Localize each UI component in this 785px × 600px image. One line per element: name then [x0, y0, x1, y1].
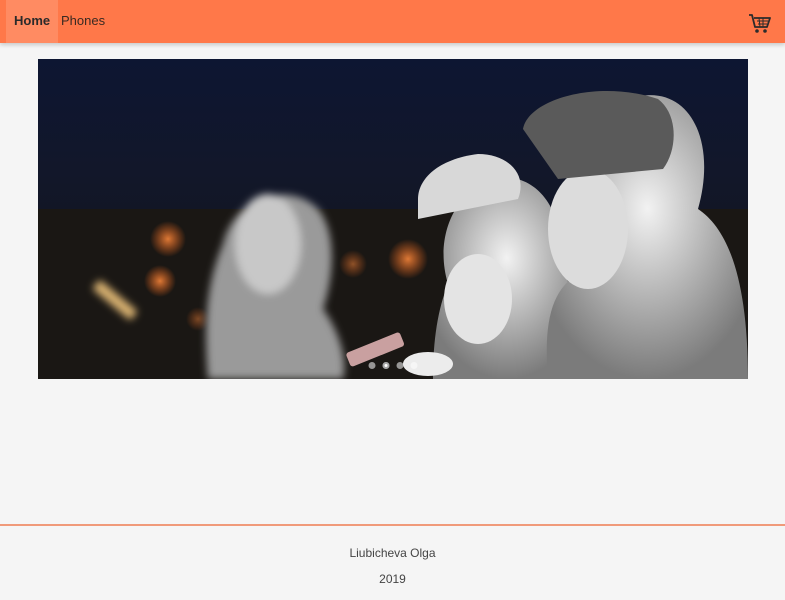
- carousel-dot-3[interactable]: [396, 362, 404, 369]
- carousel-dot-1[interactable]: [368, 362, 376, 369]
- footer-year: 2019: [379, 572, 406, 586]
- carousel-slide-image: [38, 59, 748, 379]
- image-carousel[interactable]: [38, 59, 748, 379]
- carousel-dot-2[interactable]: [382, 362, 390, 369]
- top-navbar: Home Phones: [0, 0, 785, 43]
- nav-home-link[interactable]: Home: [6, 0, 59, 43]
- carousel-indicators: [368, 362, 418, 369]
- footer-author: Liubicheva Olga: [349, 546, 436, 560]
- shopping-cart-icon[interactable]: [748, 12, 772, 36]
- nav-phones-link[interactable]: Phones: [53, 0, 113, 43]
- footer: Liubicheva Olga 2019: [0, 524, 785, 600]
- carousel-dot-4[interactable]: [410, 362, 418, 369]
